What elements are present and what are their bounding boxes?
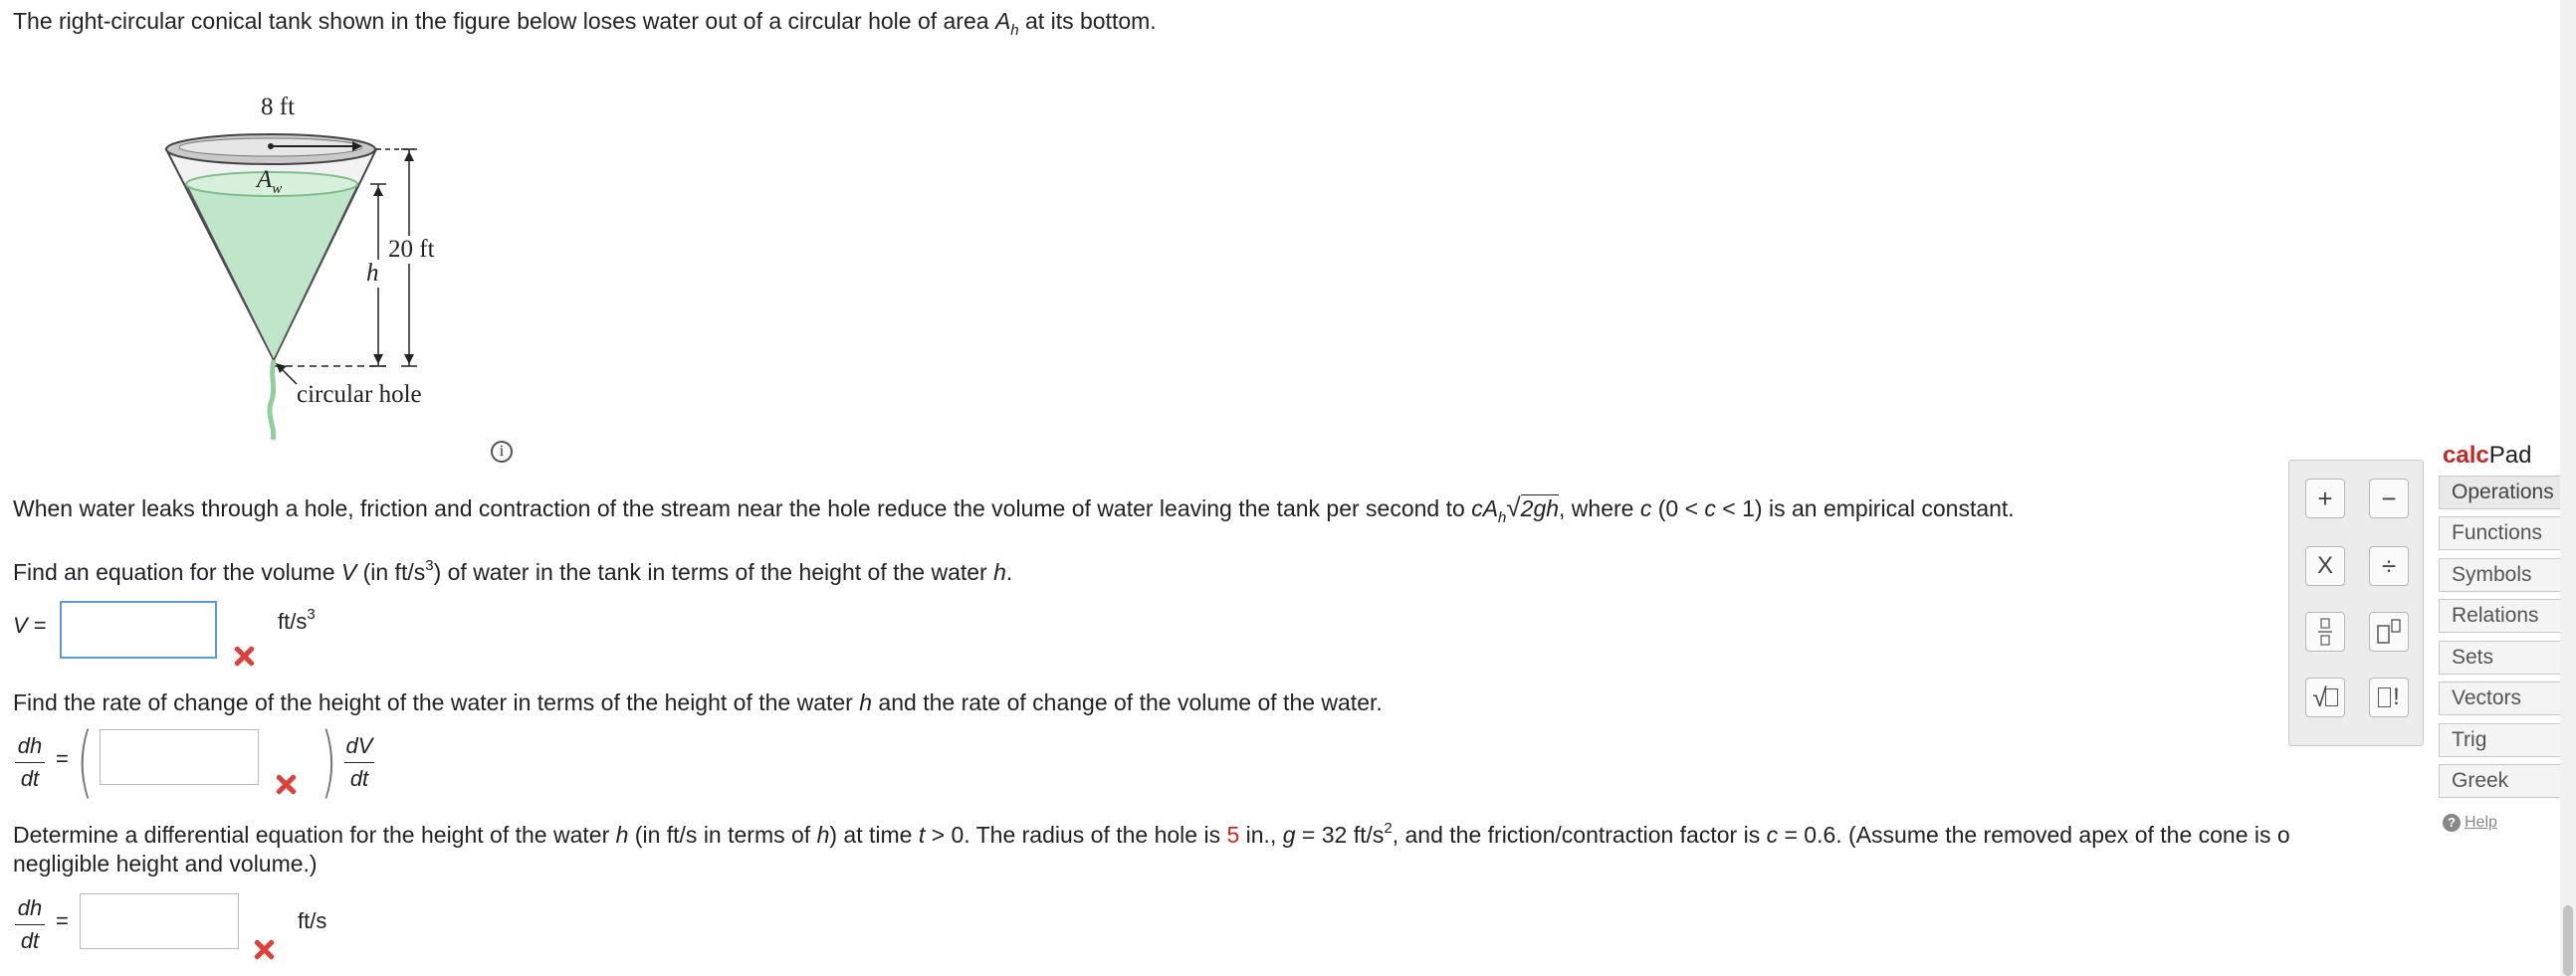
water-height-label: h [364,260,381,288]
calcpad-tab-sets[interactable]: Sets [2439,641,2568,675]
exponent-icon [2377,619,2401,644]
calcpad-tab-greek[interactable]: Greek [2439,764,2568,798]
volume-answer-input[interactable] [60,601,217,659]
incorrect-x-icon [233,645,255,667]
scrollbar-thumb[interactable] [2563,905,2573,976]
info-icon[interactable]: i [491,441,513,463]
right-paren: ) [320,717,337,807]
factorial-icon: ! [2378,683,2400,711]
calcpad-tab-functions[interactable]: Functions [2439,516,2568,550]
rate-unit: ft/s [298,908,327,933]
water-area-label: Aw [257,166,283,197]
question-3-prompt: Determine a differential equation for th… [13,820,2290,848]
dh-dt-fraction: dh dt [15,895,45,954]
fraction-icon [2318,618,2332,646]
calcpad-tab-operations[interactable]: Operations [2439,476,2568,509]
help-icon: ? [2443,814,2461,832]
hole-radius-value: 5 [1226,822,1240,848]
incorrect-x-icon [275,773,297,795]
exponent-key[interactable] [2369,612,2409,652]
sqrt-icon: √ [1506,492,1521,522]
question-1-prompt: Find an equation for the volume V (in ft… [13,557,1013,585]
help-link[interactable]: ? Help [2443,814,2497,832]
differential-equation-input[interactable] [80,893,239,949]
left-paren: ( [76,717,94,807]
question-2-prompt: Find the rate of change of the height of… [13,689,1383,715]
calcpad-tab-relations[interactable]: Relations [2439,599,2568,633]
equals-sign: = [56,746,69,771]
calcpad-panel: calcPad Operations Functions Symbols Rel… [2429,438,2576,856]
rate-coefficient-input[interactable] [100,729,259,785]
minus-key[interactable]: − [2369,479,2409,518]
math-keypad: + − X ÷ √ ! [2288,460,2424,746]
factorial-key[interactable]: ! [2369,678,2409,717]
calcpad-tab-vectors[interactable]: Vectors [2439,682,2568,715]
circular-hole-label: circular hole [297,381,422,408]
intro-text: The right-circular conical tank shown in… [13,8,1157,39]
fraction-key[interactable] [2305,612,2345,652]
sqrt-key[interactable]: √ [2305,678,2345,717]
volume-unit: ft/s3 [278,606,316,634]
sqrt-icon: √ [2312,683,2338,713]
dh-dt-fraction: dh dt [15,733,45,792]
equals-sign: = [56,908,69,933]
dV-dt-fraction: dV dt [344,733,374,791]
times-key[interactable]: X [2305,546,2345,586]
top-dimension-label: 8 ft [261,94,296,120]
height-dimension-label: 20 ft [386,236,437,264]
vertical-scrollbar[interactable] [2560,0,2576,976]
calcpad-tab-trig[interactable]: Trig [2439,723,2568,757]
plus-key[interactable]: + [2305,479,2345,518]
leak-paragraph: When water leaks through a hole, frictio… [13,492,2015,526]
calcpad-title: calcPad [2443,442,2532,469]
volume-lhs: V = [13,613,47,638]
divide-key[interactable]: ÷ [2369,546,2409,586]
incorrect-x-icon [253,938,275,960]
calcpad-tab-symbols[interactable]: Symbols [2439,558,2568,592]
question-3-prompt-cont: negligible height and volume.) [13,851,318,877]
